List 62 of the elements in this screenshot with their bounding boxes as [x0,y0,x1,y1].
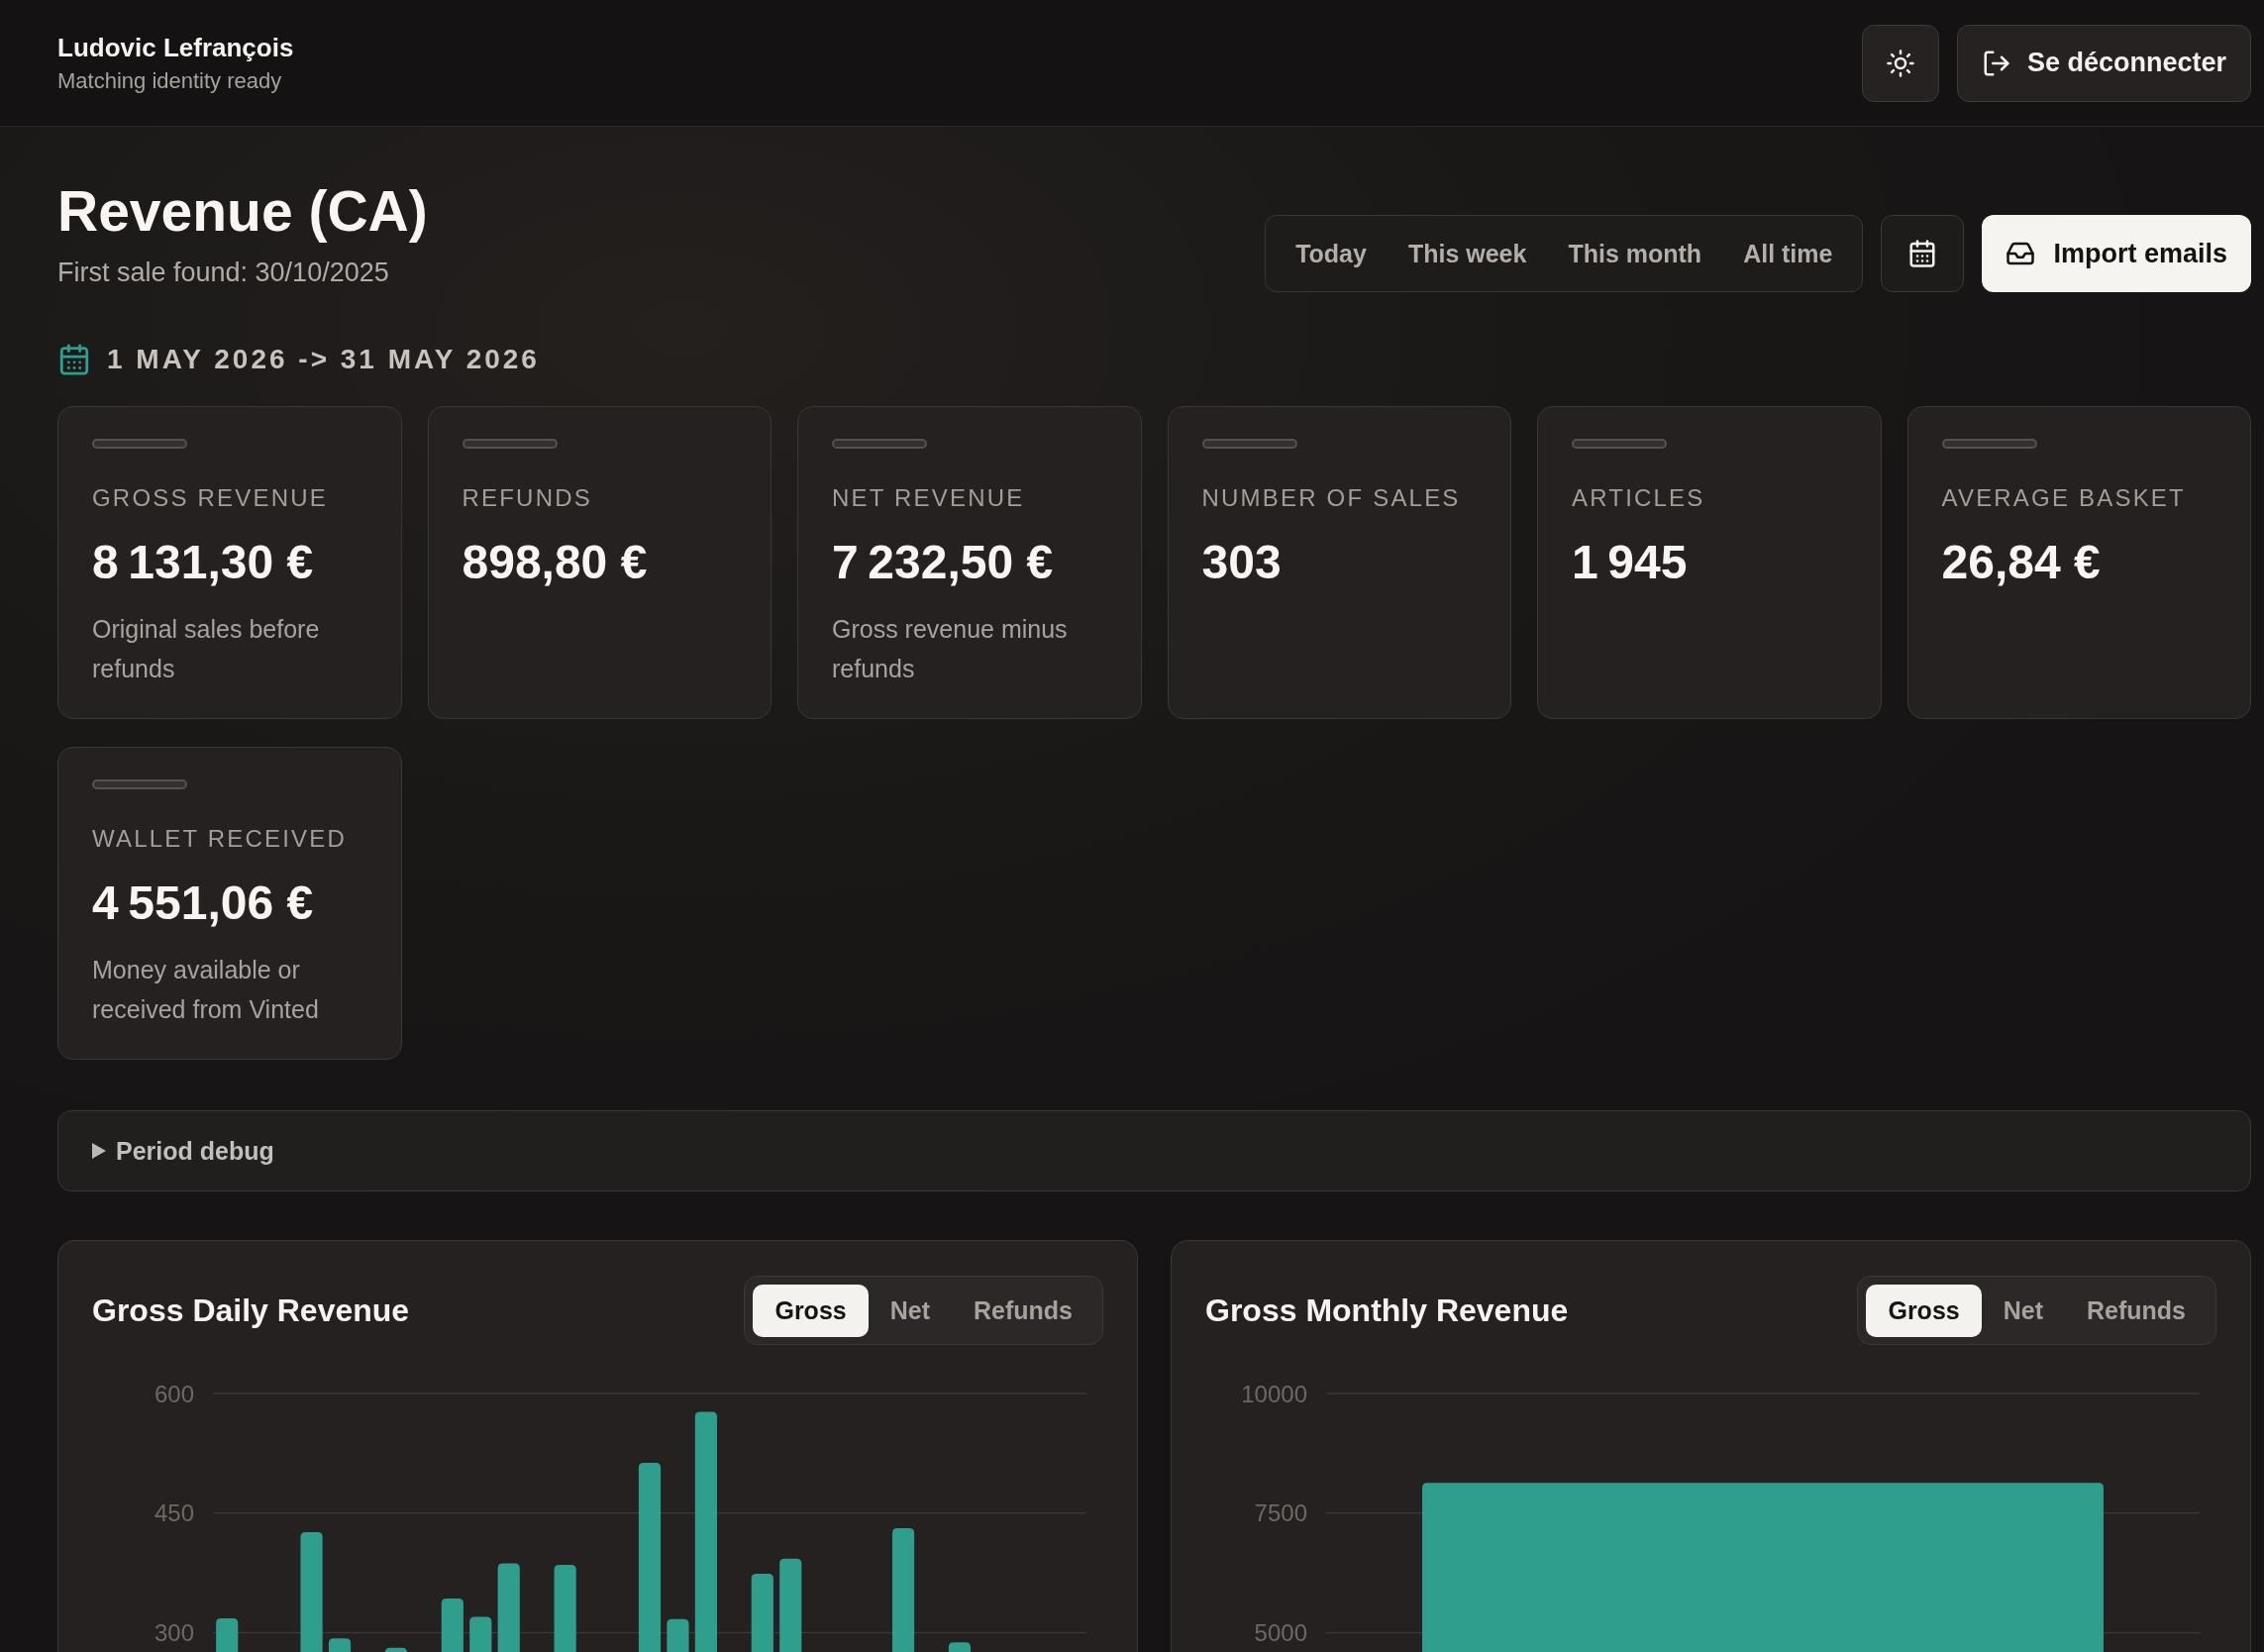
period-debug-toggle[interactable]: Period debug [57,1110,2251,1191]
pill-icon [1572,439,1667,449]
period-tab[interactable]: This week [1387,225,1548,282]
import-emails-button[interactable]: Import emails [1982,215,2251,292]
metric-label: REFUNDS [462,483,593,513]
chart-mode-tab[interactable]: Net [1981,1284,2065,1337]
metric-value: 1 945 [1572,535,1689,590]
pill-icon [832,439,927,449]
status-text: Matching identity ready [57,66,283,95]
axis-tick-label: 600 [154,1380,194,1407]
metric-value: 898,80 € [462,535,649,590]
chart-bar [667,1618,689,1652]
pill-icon [1201,439,1297,449]
axis-tick-label: 300 [154,1619,194,1646]
metric-value: 4 551,06 € [92,876,315,931]
period-tab[interactable]: Today [1275,225,1388,282]
chart-mode-tab[interactable]: Refunds [952,1284,1094,1337]
chart-bar [216,1618,239,1652]
chart-title: Gross Monthly Revenue [1205,1291,1569,1330]
sun-icon [1885,48,1915,78]
chart-mode-tab[interactable]: Refunds [2065,1284,2208,1337]
axis-tick-label: 10000 [1241,1380,1307,1407]
metric-value: 303 [1201,535,1283,590]
metric-label: WALLET RECEIVED [92,824,349,854]
chart-bar [441,1598,463,1652]
chart-mode-tab[interactable]: Gross [1866,1284,1982,1337]
axis-tick-label: 7500 [1254,1499,1307,1527]
metric-value: 7 232,50 € [832,535,1055,590]
metric-value: 8 131,30 € [92,535,315,590]
theme-toggle-button[interactable] [1861,24,1939,102]
metric-label: NET REVENUE [832,483,1026,513]
pill-icon [92,779,187,789]
metric-label: NUMBER OF SALES [1201,483,1462,513]
chart-title: Gross Daily Revenue [92,1291,410,1330]
chart-bar [384,1647,408,1652]
chart-bar [469,1616,492,1652]
chart-bar [328,1638,352,1652]
page-subtitle: First sale found: 30/10/2025 [57,257,390,289]
pill-icon [462,439,558,449]
user-name: Ludovic Lefrançois [57,31,294,64]
metric-description: Gross revenue minus refunds [832,614,1069,684]
date-picker-button[interactable] [1881,215,1965,292]
pill-icon [1941,439,2037,449]
logout-button[interactable]: Se déconnecter [1956,24,2251,102]
page-title: Revenue (CA) [57,178,428,245]
chart-mode-tab[interactable]: Gross [753,1284,869,1337]
chart-mode-tab[interactable]: Net [868,1284,952,1337]
period-tab[interactable]: All time [1722,225,1854,282]
metric-description: Money available or received from Vinted [92,955,320,1025]
calendar-icon [1907,239,1938,268]
metric-label: ARTICLES [1572,483,1706,513]
axis-tick-label: 5000 [1254,1619,1307,1646]
axis-tick-label: 450 [154,1499,194,1527]
metric-label: AVERAGE BASKET [1941,483,2187,513]
metric-value: 26,84 € [1941,535,2102,590]
period-tab[interactable]: This month [1547,225,1723,282]
metric-label: GROSS REVENUE [92,483,329,513]
date-range-text: 1 MAY 2026 -> 31 MAY 2026 [107,343,540,376]
pill-icon [92,439,187,449]
calendar-icon [57,343,91,376]
chart-bar [948,1642,972,1652]
metric-description: Original sales before refunds [92,614,321,684]
